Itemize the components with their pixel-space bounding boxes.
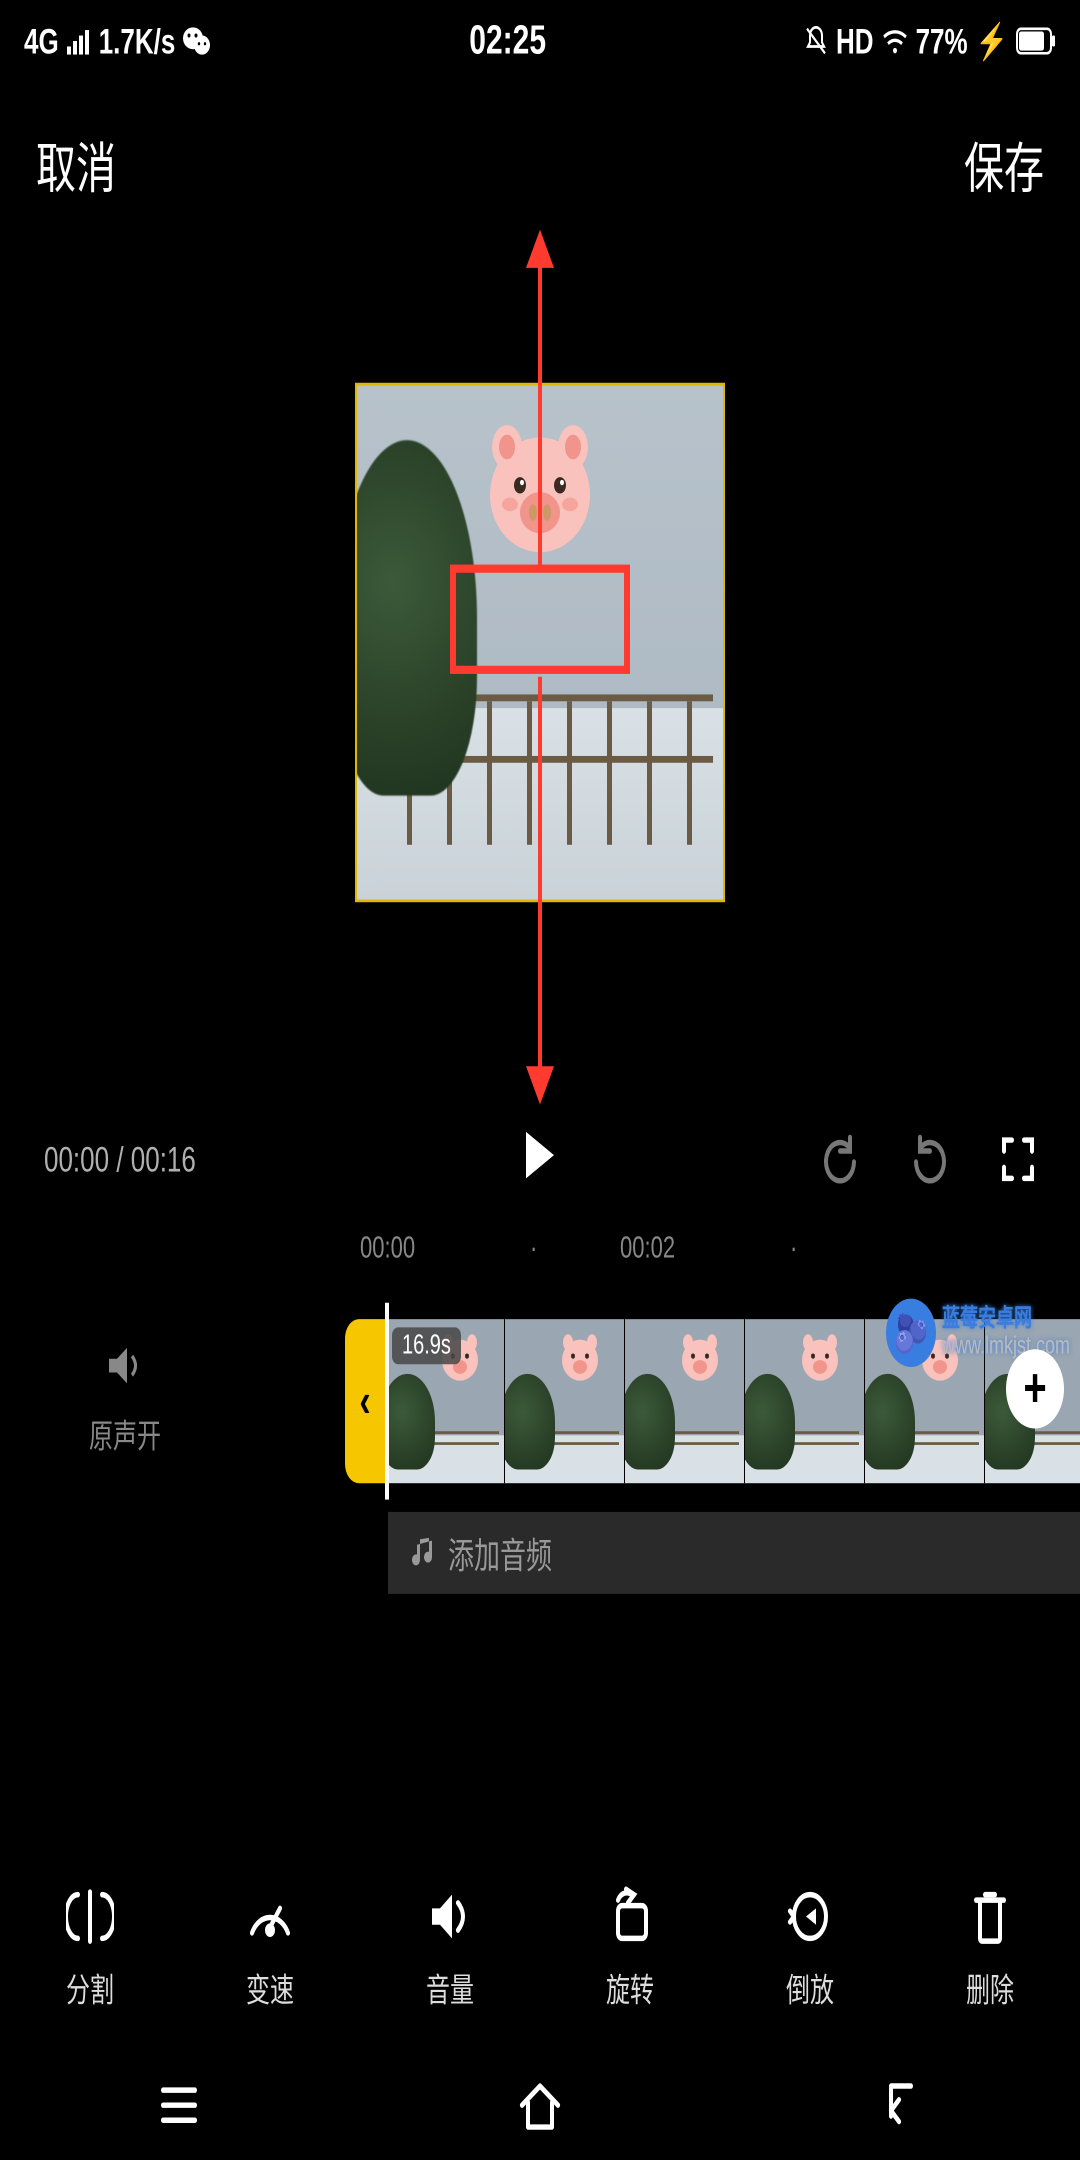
watermark-badge-icon: 🫐	[886, 1299, 936, 1367]
redo-button[interactable]	[910, 1132, 950, 1187]
tool-label: 分割	[66, 1962, 114, 2010]
fullscreen-button[interactable]	[1000, 1135, 1036, 1184]
play-icon	[523, 1128, 557, 1180]
battery-icon	[1016, 27, 1056, 54]
tool-split[interactable]: 分割	[30, 1886, 150, 2010]
ruler-dot: ·	[530, 1230, 537, 1266]
network-label: 4G	[24, 20, 59, 62]
tool-label: 变速	[246, 1962, 294, 2010]
time-display: 00:00 / 00:16	[44, 1138, 196, 1180]
original-sound-toggle[interactable]: 原声开	[0, 1345, 250, 1457]
tool-rotate[interactable]: 旋转	[570, 1886, 690, 2010]
edit-toolbar: 分割 变速 音量 旋转 倒放 删除	[0, 1873, 1080, 2023]
undo-button[interactable]	[820, 1132, 860, 1187]
tool-label: 倒放	[786, 1962, 834, 2010]
arrow-head-up-icon	[526, 230, 554, 268]
save-button[interactable]: 保存	[964, 124, 1044, 203]
bell-off-icon	[804, 25, 828, 58]
chevron-left-icon: ‹	[359, 1375, 370, 1428]
clock: 02:25	[469, 18, 546, 64]
tool-label: 音量	[426, 1962, 474, 2010]
status-bar: 4G 1.7K/s 02:25 HD 77% ⚡	[0, 0, 1080, 82]
tool-label: 删除	[966, 1962, 1014, 2010]
battery-label: 77%	[916, 20, 968, 62]
charging-icon: ⚡	[976, 20, 1008, 62]
menu-button[interactable]	[157, 2082, 201, 2128]
tool-label: 旋转	[606, 1962, 654, 2010]
speed-icon	[246, 1886, 294, 1946]
ruler-tick-2: 00:02	[620, 1230, 675, 1266]
split-icon	[66, 1886, 114, 1946]
add-clip-button[interactable]: +	[1006, 1349, 1064, 1428]
tool-delete[interactable]: 删除	[930, 1886, 1050, 2010]
cancel-button[interactable]: 取消	[36, 124, 116, 203]
ruler-tick-0: 00:00	[360, 1230, 415, 1266]
back-button[interactable]	[879, 2078, 923, 2133]
playback-bar: 00:00 / 00:16	[0, 1118, 1080, 1200]
clip-duration-badge: 16.9s	[392, 1327, 461, 1364]
wechat-icon	[183, 25, 211, 58]
home-button[interactable]	[516, 2078, 564, 2133]
trash-icon	[968, 1886, 1012, 1946]
annotation-arrow-up	[538, 260, 542, 568]
speed-label: 1.7K/s	[99, 20, 176, 62]
wifi-icon	[882, 27, 908, 54]
play-button[interactable]	[523, 1128, 557, 1190]
clip-left-handle[interactable]: ‹	[345, 1319, 385, 1483]
original-sound-label: 原声开	[0, 1409, 250, 1457]
ruler-dot-2: ·	[790, 1230, 797, 1266]
time-sep: /	[116, 1138, 123, 1179]
signal-icon	[67, 27, 91, 54]
arrow-head-down-icon	[526, 1066, 554, 1104]
playhead[interactable]	[385, 1303, 389, 1500]
annotation-box	[450, 565, 630, 674]
speaker-icon	[0, 1345, 250, 1396]
rotate-icon	[606, 1886, 654, 1946]
current-time: 00:00	[44, 1138, 109, 1179]
timeline-ruler: 00:00 · 00:02 ·	[0, 1230, 1080, 1274]
tool-volume[interactable]: 音量	[390, 1886, 510, 2010]
annotation-arrow-down	[538, 677, 542, 1073]
music-note-icon	[412, 1537, 434, 1570]
volume-icon	[426, 1886, 474, 1946]
plus-icon: +	[1023, 1358, 1046, 1420]
add-audio-label: 添加音频	[448, 1528, 552, 1579]
system-nav-bar	[0, 2051, 1080, 2160]
clip-thumb	[625, 1319, 745, 1483]
add-audio-button[interactable]: 添加音频	[388, 1512, 1080, 1594]
tool-reverse[interactable]: 倒放	[750, 1886, 870, 2010]
total-time: 00:16	[131, 1138, 196, 1179]
tool-speed[interactable]: 变速	[210, 1886, 330, 2010]
hd-label: HD	[836, 20, 874, 62]
reverse-icon	[786, 1886, 834, 1946]
clip-thumb	[505, 1319, 625, 1483]
top-bar: 取消 保存	[0, 109, 1080, 218]
watermark-title: 蓝莓安卓网	[942, 1306, 1070, 1333]
clip-thumb	[745, 1319, 865, 1483]
